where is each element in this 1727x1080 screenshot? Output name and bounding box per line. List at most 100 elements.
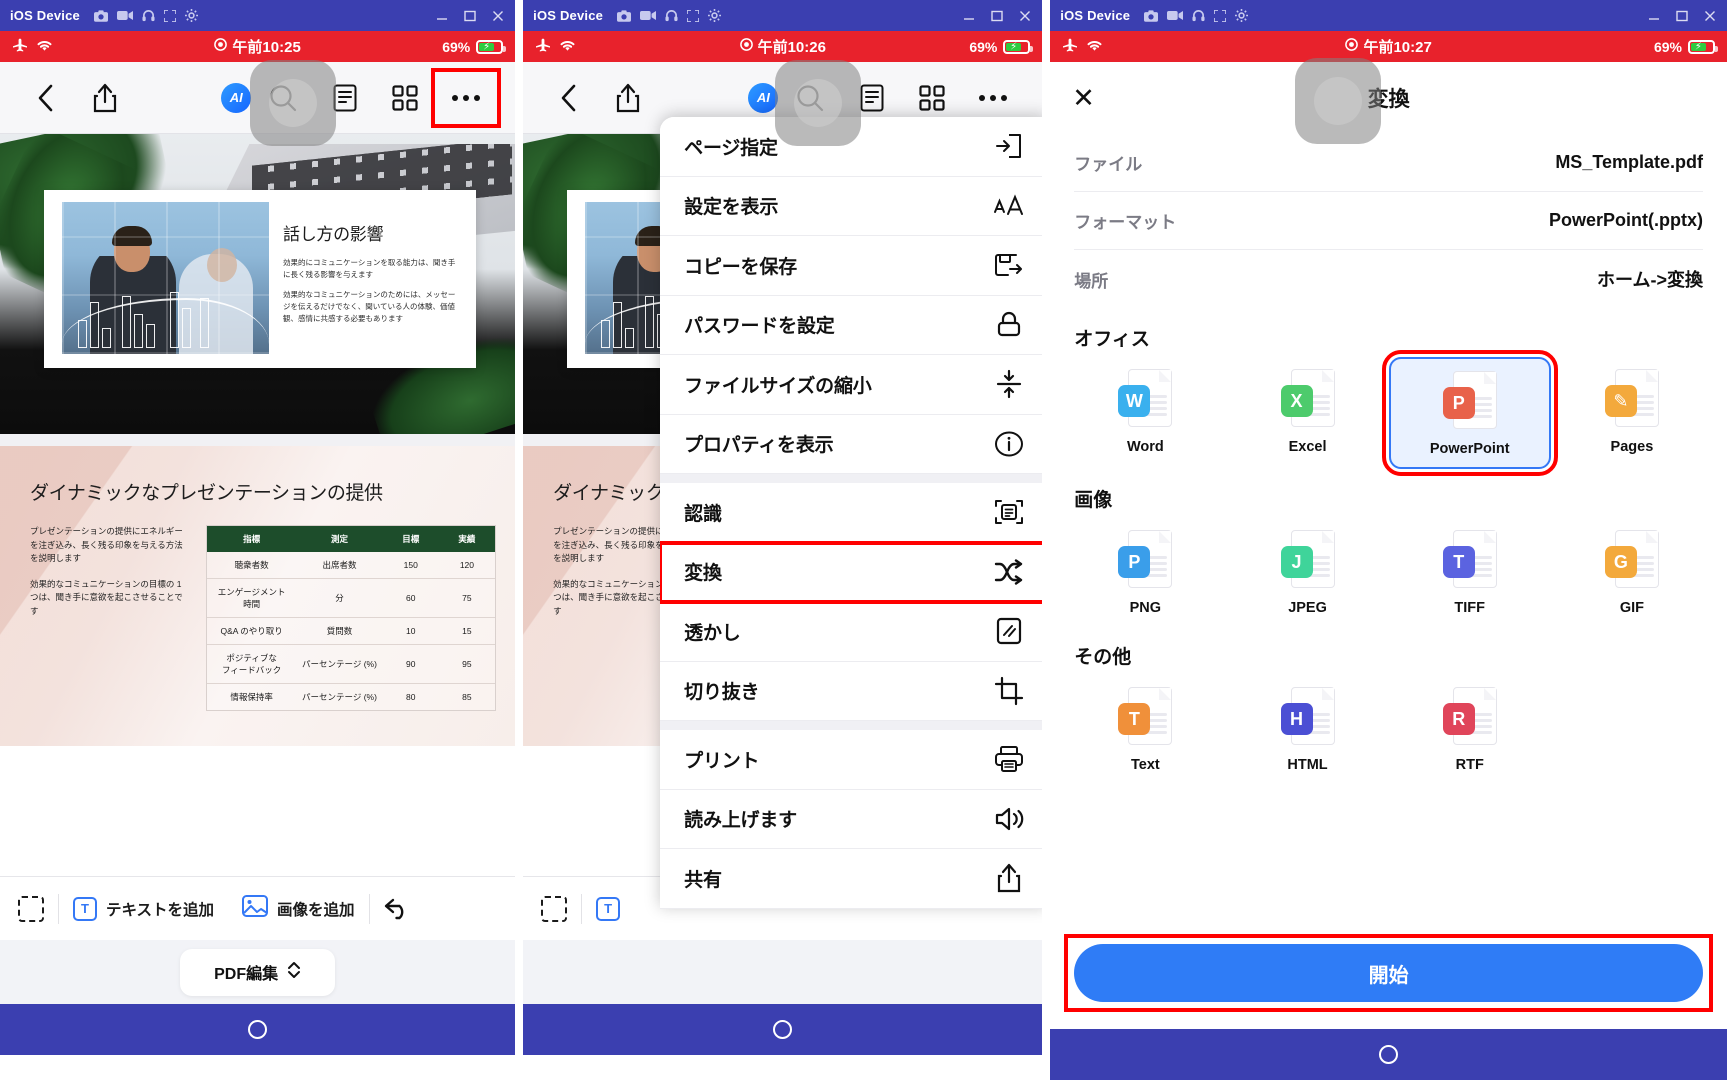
menu-item-label: 設定を表示: [684, 197, 779, 219]
format-grid: W Word X Excel P PowerPoint ✎ Pages: [1050, 350, 1727, 476]
outline-icon[interactable]: [842, 84, 902, 112]
share-icon[interactable]: [595, 83, 661, 113]
menu-item-lock[interactable]: パスワードを設定: [660, 295, 1043, 355]
convert-shuffle-icon: [993, 556, 1025, 588]
minimize-button[interactable]: [962, 10, 976, 22]
gear-icon[interactable]: [708, 9, 722, 22]
outline-icon[interactable]: [315, 84, 375, 112]
battery-icon-2: ⚡: [1003, 39, 1034, 54]
headphone-icon[interactable]: [665, 9, 678, 22]
format-section-title: 画像: [1074, 490, 1113, 511]
menu-item-page-enter[interactable]: ページ指定: [660, 117, 1043, 177]
menu-item-save-copy[interactable]: コピーを保存: [660, 236, 1043, 296]
search-icon[interactable]: [778, 83, 842, 113]
add-text-button-2[interactable]: T: [582, 896, 634, 921]
select-icon[interactable]: [537, 895, 581, 922]
close-button[interactable]: [1703, 10, 1717, 22]
menu-item-speaker[interactable]: 読み上げます: [660, 789, 1043, 849]
menu-group-separator: [660, 474, 1043, 483]
format-option-tiff[interactable]: T TIFF: [1389, 518, 1551, 626]
home-button-2[interactable]: [773, 1020, 793, 1039]
fullscreen-icon[interactable]: [1214, 9, 1227, 22]
camera-icon[interactable]: [617, 9, 632, 22]
home-button-3[interactable]: [1379, 1045, 1399, 1064]
menu-item-compress[interactable]: ファイルサイズの縮小: [660, 355, 1043, 415]
format-grid: T Text H HTML R RTF: [1050, 675, 1727, 783]
location-icon: [214, 38, 228, 55]
minimize-button[interactable]: [435, 10, 449, 22]
more-icon[interactable]: [962, 72, 1024, 124]
minimize-button[interactable]: [1647, 10, 1661, 22]
menu-item-convert-shuffle[interactable]: 変換: [660, 540, 1043, 604]
format-option-html[interactable]: H HTML: [1226, 675, 1388, 783]
add-image-button[interactable]: 画像を追加: [228, 895, 369, 922]
convert-info-value: ホーム->変換: [1597, 270, 1703, 290]
save-copy-icon: [993, 249, 1025, 281]
menu-item-ocr-scan[interactable]: 認識: [660, 483, 1043, 543]
menu-item-text-size[interactable]: 設定を表示: [660, 176, 1043, 236]
table-row: 情報保持率 パーセンテージ (%) 80 85: [207, 684, 495, 711]
format-option-word[interactable]: W Word: [1064, 357, 1226, 469]
video-icon[interactable]: [116, 10, 133, 21]
share-icon[interactable]: [72, 83, 138, 113]
format-option-text[interactable]: T Text: [1064, 675, 1226, 783]
camera-icon[interactable]: [1144, 9, 1159, 22]
start-button[interactable]: 開始: [1074, 944, 1703, 1002]
video-icon[interactable]: [640, 10, 657, 21]
maximize-button[interactable]: [463, 10, 477, 22]
select-icon[interactable]: [14, 895, 58, 922]
table-cell: ポジティブな フィードバック: [207, 644, 297, 684]
headphone-icon[interactable]: [1192, 9, 1205, 22]
back-icon[interactable]: [18, 84, 72, 112]
add-image-label: 画像を追加: [277, 901, 355, 919]
grid-icon[interactable]: [902, 84, 962, 111]
menu-item-crop[interactable]: 切り抜き: [660, 661, 1043, 721]
menu-group-separator: [660, 721, 1043, 730]
add-text-button[interactable]: T テキストを追加: [59, 896, 228, 921]
grid-icon[interactable]: [375, 84, 435, 111]
fullscreen-icon[interactable]: [687, 9, 700, 22]
undo-icon[interactable]: [370, 898, 425, 920]
fullscreen-icon[interactable]: [163, 9, 176, 22]
format-option-gif[interactable]: G GIF: [1551, 518, 1713, 626]
format-option-png[interactable]: P PNG: [1064, 518, 1226, 626]
format-option-label: PowerPoint: [1429, 441, 1510, 457]
android-nav-bar-3: [1050, 1029, 1727, 1080]
add-text-label: テキストを追加: [106, 901, 215, 919]
ai-badge[interactable]: AI: [748, 82, 779, 113]
more-icon[interactable]: [431, 67, 502, 128]
menu-item-info[interactable]: プロパティを表示: [660, 414, 1043, 474]
close-icon[interactable]: ✕: [1072, 84, 1095, 112]
ai-badge[interactable]: AI: [221, 82, 252, 113]
video-icon[interactable]: [1167, 10, 1184, 21]
format-option-rtf[interactable]: R RTF: [1389, 675, 1551, 783]
format-option-powerpoint[interactable]: P PowerPoint: [1381, 350, 1558, 476]
format-option-label: PNG: [1129, 600, 1162, 616]
maximize-button[interactable]: [990, 10, 1004, 22]
close-button[interactable]: [1018, 10, 1032, 22]
headphone-icon[interactable]: [142, 9, 155, 22]
search-icon[interactable]: [251, 83, 315, 113]
menu-item-label: 読み上げます: [684, 810, 797, 832]
camera-icon[interactable]: [93, 9, 108, 22]
emulator-titlebar-1: iOS Device: [0, 0, 516, 31]
battery-percent-2: 69%: [969, 38, 998, 55]
pdf-edit-mode-button[interactable]: PDF編集: [180, 948, 336, 996]
menu-item-watermark[interactable]: 透かし: [660, 602, 1043, 662]
gear-icon[interactable]: [184, 9, 198, 22]
more-options-menu[interactable]: ページ指定設定を表示コピーを保存 パスワードを設定 ファイルサイズの縮小 プロパティを…: [660, 117, 1043, 909]
menu-item-label: 認識: [684, 503, 722, 525]
back-icon[interactable]: [541, 84, 595, 112]
format-option-excel[interactable]: X Excel: [1226, 357, 1388, 469]
gear-icon[interactable]: [1235, 9, 1249, 22]
menu-item-share[interactable]: 共有: [660, 849, 1043, 909]
document-view-1[interactable]: 話し方の影響 効果的にコミュニケーションを取る能力は、聞き手に長く残る影響を与え…: [0, 134, 516, 876]
format-section-title: オフィス: [1074, 329, 1150, 350]
home-button-1[interactable]: [248, 1020, 268, 1039]
format-option-jpeg[interactable]: J JPEG: [1226, 518, 1388, 626]
maximize-button[interactable]: [1675, 10, 1689, 22]
menu-item-printer[interactable]: プリント: [660, 730, 1043, 790]
format-option-pages[interactable]: ✎ Pages: [1551, 357, 1713, 469]
watermark-icon: [993, 615, 1025, 647]
close-button[interactable]: [491, 10, 505, 22]
